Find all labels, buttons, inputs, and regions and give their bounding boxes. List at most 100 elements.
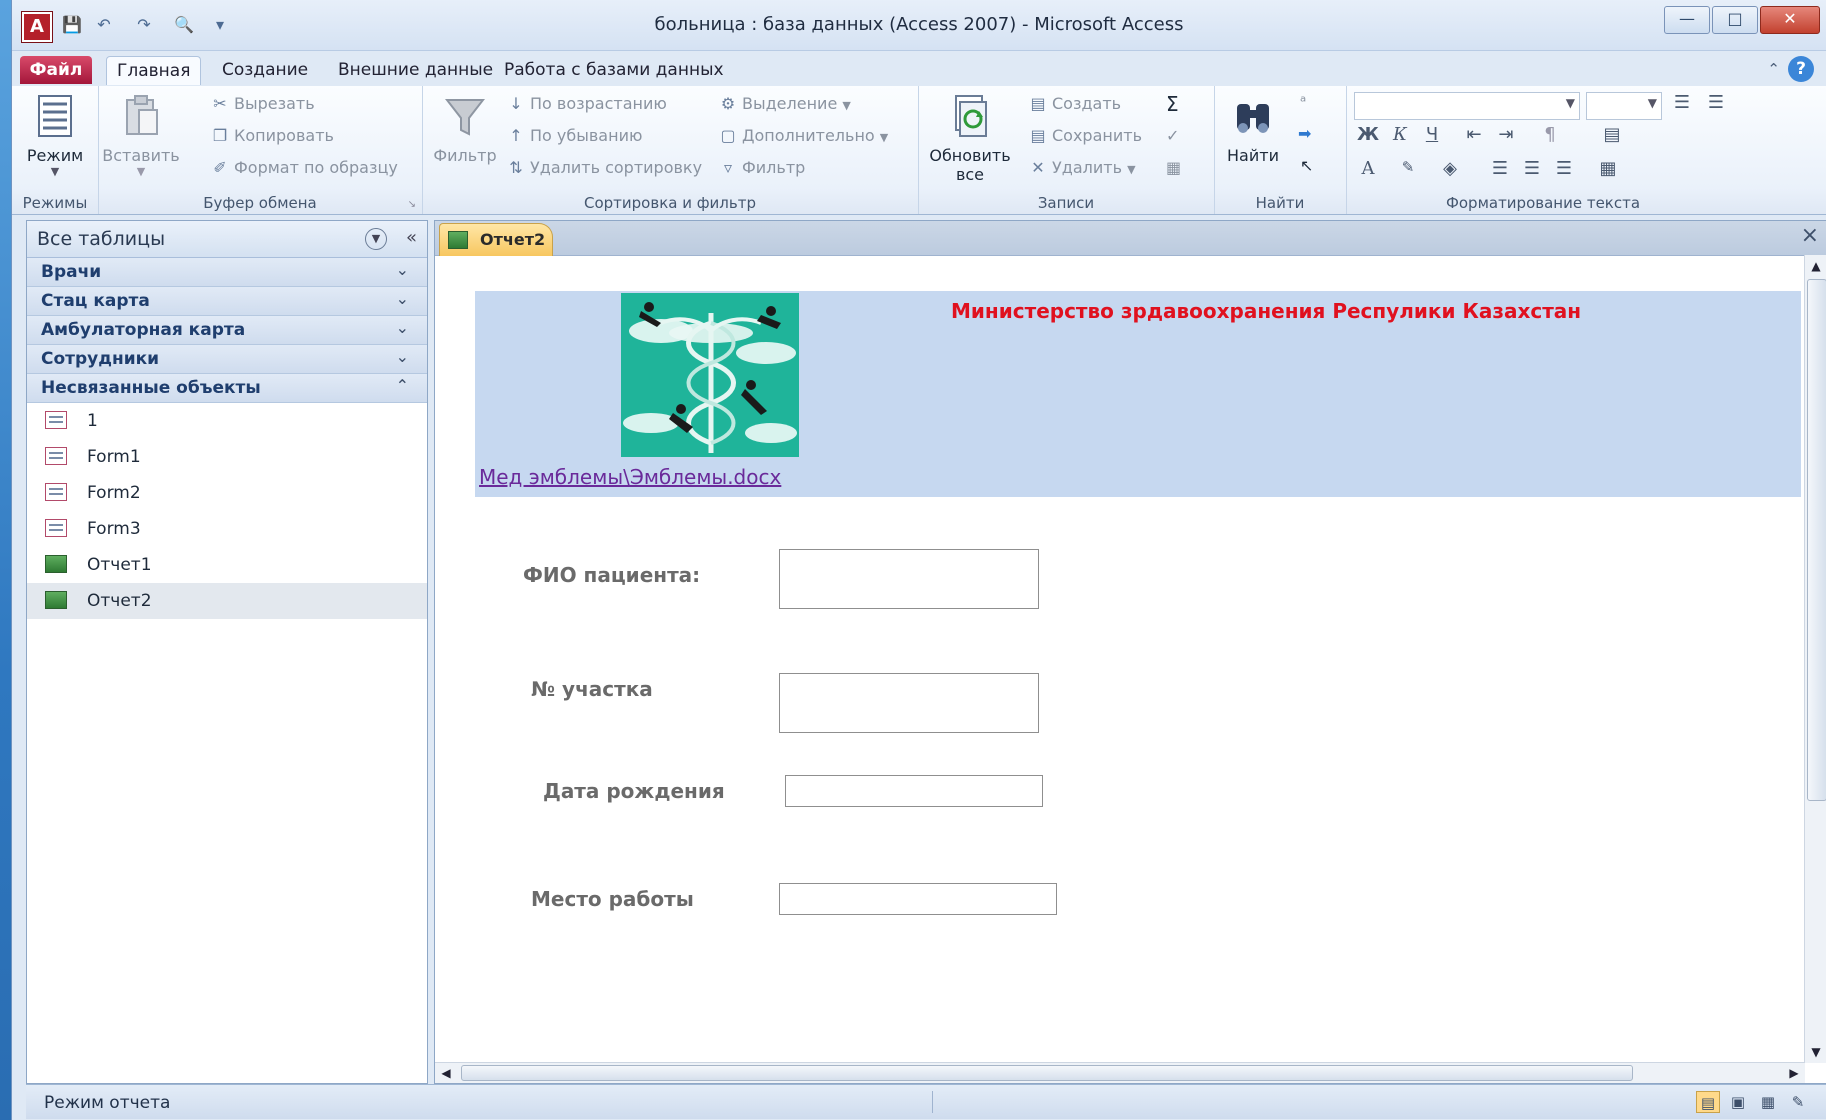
group-text-format: ▼ ▼ ☰ ☰ Ж К Ч ⇤ ⇥ ¶ ▤ A ✎ ◈ ☰ ☰ ☰ ▦ Форм…: [1346, 86, 1740, 214]
gridlines-icon[interactable]: ▤: [1598, 124, 1626, 145]
nav-pane-header[interactable]: Все таблицы ▼ «: [27, 221, 427, 258]
patient-name-field[interactable]: [779, 549, 1039, 609]
nav-group-outpatient-card[interactable]: Амбулаторная карта ⌄: [27, 316, 427, 345]
replace-icon[interactable]: ᵃ: [1300, 92, 1306, 111]
copy-button[interactable]: ❐ Копировать: [210, 126, 334, 145]
nav-item-report2[interactable]: Отчет2: [27, 583, 427, 619]
view-button[interactable]: Режим ▼: [18, 94, 92, 178]
emblem-hyperlink[interactable]: Мед эмблемы\Эмблемы.docx: [479, 465, 781, 489]
filter-button[interactable]: Фильтр: [430, 94, 500, 165]
select-icon[interactable]: ↖: [1300, 156, 1313, 175]
nav-pane-dropdown-icon[interactable]: ▼: [365, 228, 387, 250]
scroll-right-icon[interactable]: ▶: [1783, 1063, 1805, 1083]
paragraph-direction-icon[interactable]: ¶: [1536, 124, 1564, 145]
decrease-indent-icon[interactable]: ⇤: [1460, 124, 1488, 145]
increase-indent-icon[interactable]: ⇥: [1492, 124, 1520, 145]
highlight-icon[interactable]: ✎: [1394, 158, 1422, 176]
nav-item-form1[interactable]: Form1: [27, 439, 427, 475]
clipboard-launcher-icon[interactable]: ↘: [408, 199, 416, 210]
print-preview-view-icon[interactable]: ▣: [1726, 1091, 1750, 1113]
selection-button[interactable]: ⚙ Выделение ▼: [718, 94, 851, 113]
refresh-icon: [955, 95, 987, 137]
nav-item-form-1[interactable]: 1: [27, 403, 427, 439]
advanced-filter-button[interactable]: ▢ Дополнительно ▼: [718, 126, 888, 145]
funnel-icon: [444, 99, 486, 136]
vertical-scroll-thumb[interactable]: [1807, 279, 1826, 801]
tab-external-data[interactable]: Внешние данные: [328, 56, 503, 84]
font-name-combo[interactable]: ▼: [1354, 92, 1580, 120]
workplace-field[interactable]: [779, 883, 1057, 915]
tab-home[interactable]: Главная: [106, 56, 202, 85]
design-view-icon[interactable]: ✎: [1786, 1091, 1810, 1113]
delete-record-button[interactable]: ✕ Удалить ▼: [1028, 158, 1136, 177]
sort-descending-button[interactable]: ↑ По убыванию: [506, 126, 642, 145]
nav-group-label: Стац карта: [41, 291, 150, 311]
align-right-icon[interactable]: ☰: [1550, 158, 1578, 179]
find-button[interactable]: Найти: [1218, 94, 1288, 165]
alternate-row-color-icon[interactable]: ▦: [1594, 158, 1622, 179]
align-center-icon[interactable]: ☰: [1518, 158, 1546, 179]
italic-button[interactable]: К: [1386, 124, 1414, 145]
format-painter-label: Формат по образцу: [234, 158, 398, 177]
district-number-field[interactable]: [779, 673, 1039, 733]
birth-date-field[interactable]: [785, 775, 1043, 807]
advanced-filter-label: Дополнительно: [742, 126, 875, 145]
fill-color-icon[interactable]: ◈: [1436, 158, 1464, 179]
status-divider: [932, 1091, 933, 1113]
tab-create[interactable]: Создание: [212, 56, 318, 84]
document-tab-report2[interactable]: Отчет2: [439, 223, 553, 256]
maximize-button[interactable]: □: [1712, 6, 1758, 34]
more-records-icon[interactable]: ▦: [1166, 158, 1181, 177]
tab-file[interactable]: Файл: [20, 56, 92, 84]
vertical-scrollbar[interactable]: ▲ ▼: [1804, 255, 1826, 1063]
align-left-icon[interactable]: ☰: [1486, 158, 1514, 179]
underline-button[interactable]: Ч: [1418, 124, 1446, 145]
birth-date-label: Дата рождения: [543, 779, 725, 803]
nav-group-doctors[interactable]: Врачи ⌄: [27, 258, 427, 287]
horizontal-scrollbar[interactable]: ◀ ▶: [435, 1062, 1805, 1083]
nav-group-unrelated-objects[interactable]: Несвязанные объекты ⌃: [27, 374, 427, 403]
new-record-button[interactable]: ▤ Создать: [1028, 94, 1121, 113]
close-window-button[interactable]: ✕: [1760, 6, 1820, 34]
horizontal-scroll-thumb[interactable]: [461, 1065, 1633, 1081]
tab-database-tools[interactable]: Работа с базами данных: [494, 56, 734, 84]
font-size-combo[interactable]: ▼: [1586, 92, 1662, 120]
collapse-nav-icon[interactable]: «: [406, 227, 417, 248]
bullets-icon[interactable]: ☰: [1668, 92, 1696, 113]
scroll-up-icon[interactable]: ▲: [1805, 255, 1826, 277]
layout-view-icon[interactable]: ▦: [1756, 1091, 1780, 1113]
help-icon[interactable]: ?: [1788, 56, 1814, 82]
close-document-icon[interactable]: ×: [1801, 223, 1819, 248]
toggle-filter-button[interactable]: ▿ Фильтр: [718, 158, 805, 177]
remove-sort-button[interactable]: ⇅ Удалить сортировку: [506, 158, 702, 177]
numbering-icon[interactable]: ☰: [1702, 92, 1730, 113]
format-painter-button[interactable]: ✐ Формат по образцу: [210, 158, 398, 177]
medical-emblem-image: [621, 293, 799, 457]
save-record-button[interactable]: ▤ Сохранить: [1028, 126, 1142, 145]
filter-label: Фильтр: [433, 146, 497, 165]
goto-icon[interactable]: ➡: [1298, 124, 1311, 143]
totals-icon[interactable]: Σ: [1166, 92, 1179, 116]
delete-dropdown-icon: ▼: [1127, 163, 1136, 176]
nav-group-inpatient-card[interactable]: Стац карта ⌄: [27, 287, 427, 316]
report-view-icon[interactable]: ▤: [1696, 1091, 1720, 1113]
spelling-icon[interactable]: ✓: [1166, 126, 1179, 145]
nav-group-employees[interactable]: Сотрудники ⌄: [27, 345, 427, 374]
minimize-button[interactable]: —: [1664, 6, 1710, 34]
paste-button[interactable]: Вставить ▼: [102, 94, 180, 178]
group-label-clipboard: Буфер обмена: [203, 194, 317, 212]
nav-item-form3[interactable]: Form3: [27, 511, 427, 547]
cut-button[interactable]: ✂ Вырезать: [210, 94, 314, 113]
advanced-dropdown-icon: ▼: [879, 131, 889, 144]
bold-button[interactable]: Ж: [1354, 124, 1382, 145]
refresh-all-button[interactable]: Обновить все: [924, 94, 1016, 184]
scroll-left-icon[interactable]: ◀: [435, 1063, 457, 1083]
minimize-ribbon-icon[interactable]: ⌃: [1767, 60, 1780, 78]
window-controls: — □ ✕: [1664, 6, 1820, 34]
nav-item-report1[interactable]: Отчет1: [27, 547, 427, 583]
sort-ascending-button[interactable]: ↓ По возрастанию: [506, 94, 667, 113]
group-label-records: Записи: [1037, 194, 1095, 212]
font-color-button[interactable]: A: [1354, 158, 1382, 179]
scroll-down-icon[interactable]: ▼: [1805, 1041, 1826, 1063]
nav-item-form2[interactable]: Form2: [27, 475, 427, 511]
